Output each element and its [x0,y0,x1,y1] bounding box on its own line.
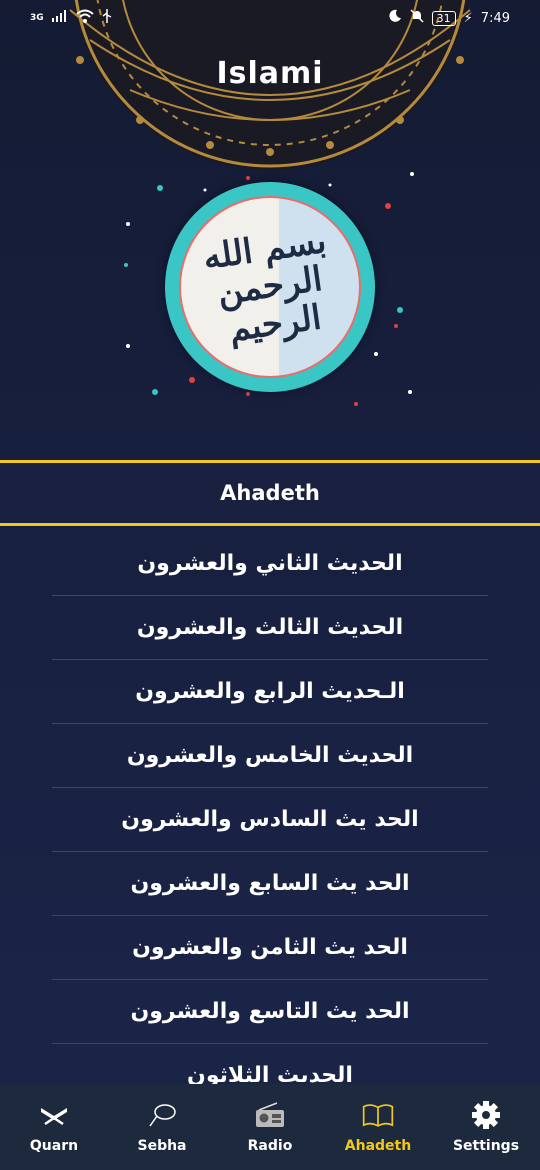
nav-radio[interactable]: Radio [216,1100,324,1154]
hadith-item[interactable]: الحديث الثلاثون [52,1044,488,1084]
nav-settings[interactable]: Settings [432,1100,540,1154]
gear-icon [470,1100,502,1130]
hadith-list[interactable]: الحديث الثاني والعشرون الحديث الثالث وال… [52,532,488,1084]
hadith-item[interactable]: الحديث الخامس والعشرون [52,724,488,788]
hadith-item[interactable]: الحد يث التاسع والعشرون [52,980,488,1044]
hadith-item-label: الحديث الخامس والعشرون [126,743,414,768]
app-title: Islami [216,56,324,91]
hadith-item-label: الحديث الثاني والعشرون [137,551,403,576]
basmala-calligraphy: بسم الله الرحمن الرحيم [200,220,329,350]
hadith-item-label: الحد يث السابع والعشرون [130,871,410,896]
wifi-icon [75,9,94,27]
nav-ahadeth-label: Ahadeth [344,1138,412,1154]
basmala-emblem-inner: بسم الله الرحمن الرحيم [179,196,361,378]
hadith-item[interactable]: الـحديث الرابع والعشرون [52,660,488,724]
nav-sebha-label: Sebha [137,1138,187,1154]
nav-quran[interactable]: Quarn [0,1100,108,1154]
status-right: 31 ⚡ 7:49 [388,9,510,27]
charging-icon: ⚡ [463,10,473,26]
sebha-icon [146,1100,178,1130]
nav-radio-label: Radio [247,1138,293,1154]
hadith-item[interactable]: الحد يث السابع والعشرون [52,852,488,916]
hadith-item-label: الـحديث الرابع والعشرون [135,679,405,704]
book-icon [362,1100,394,1130]
bottom-navigation: Quarn Sebha Radio Ahadeth Settings [0,1084,540,1170]
clock: 7:49 [480,10,510,26]
moon-icon [388,9,402,27]
status-bar: 3G 31 ⚡ 7:49 [0,0,540,36]
signal-icon [51,10,68,26]
hadith-item-label: الحديث الثلاثون [187,1063,353,1084]
network-type: 3G [30,13,44,23]
hadith-item-label: الحد يث التاسع والعشرون [130,999,410,1024]
hadith-item-label: الحد يث السادس والعشرون [121,807,419,832]
nav-settings-label: Settings [452,1138,520,1154]
hadith-item[interactable]: الحديث الثاني والعشرون [52,532,488,596]
section-title: Ahadeth [220,481,320,505]
mute-bell-icon [410,9,424,27]
status-left: 3G [30,9,112,27]
hadith-item[interactable]: الحد يث الثامن والعشرون [52,916,488,980]
usb-icon [102,9,112,27]
section-header: Ahadeth [0,460,540,526]
radio-icon [254,1100,286,1130]
hadith-item-label: الحد يث الثامن والعشرون [132,935,408,960]
basmala-emblem: بسم الله الرحمن الرحيم [165,182,375,392]
nav-sebha[interactable]: Sebha [108,1100,216,1154]
hadith-item-label: الحديث الثالث والعشرون [136,615,404,640]
quran-stand-icon [38,1100,70,1130]
nav-quran-label: Quarn [29,1138,79,1154]
hadith-item[interactable]: الحديث الثالث والعشرون [52,596,488,660]
hadith-item[interactable]: الحد يث السادس والعشرون [52,788,488,852]
nav-ahadeth[interactable]: Ahadeth [324,1100,432,1154]
battery-indicator: 31 [431,10,456,26]
